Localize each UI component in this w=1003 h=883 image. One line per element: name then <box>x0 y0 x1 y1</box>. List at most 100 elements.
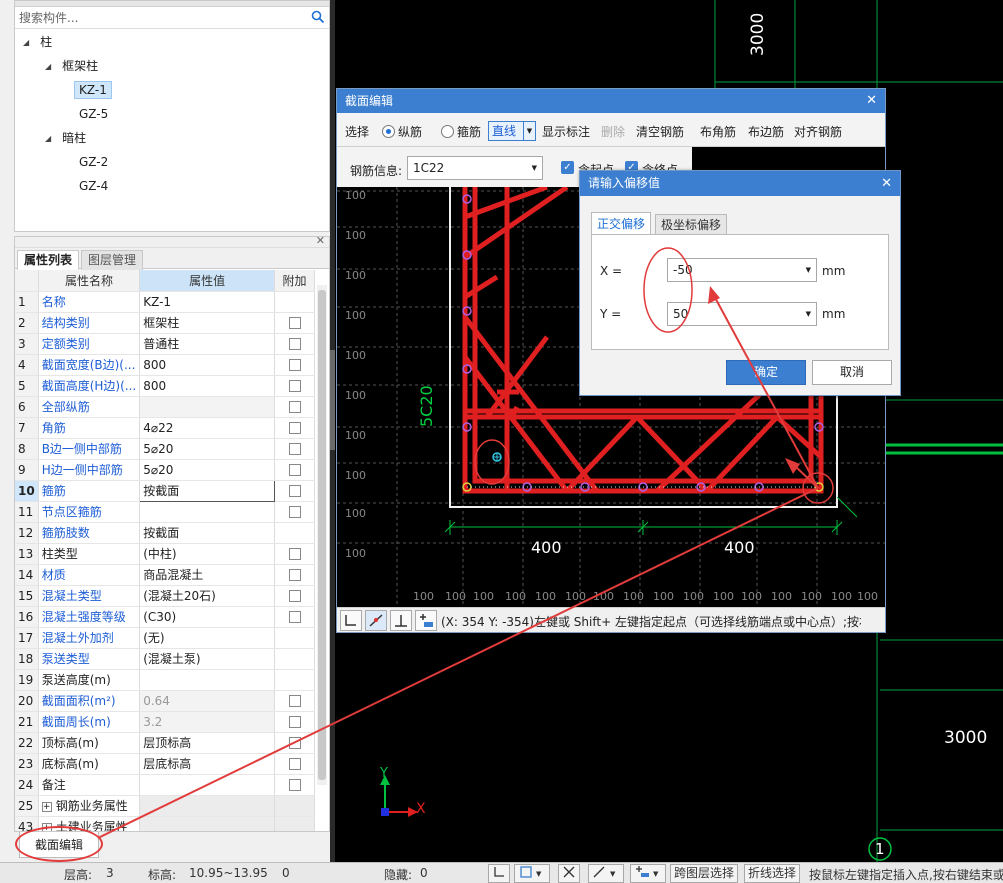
checkbox-unchecked-icon[interactable] <box>288 548 301 560</box>
x-offset-input[interactable]: -50 ▼ <box>667 258 817 282</box>
property-row[interactable]: 5 截面高度(H边)(... 800 <box>15 375 315 397</box>
chevron-down-icon[interactable]: ▼ <box>806 303 811 325</box>
select-button[interactable]: 选择 <box>345 123 369 140</box>
property-row[interactable]: 7 角筋 4⌀22 <box>15 417 315 439</box>
property-value[interactable] <box>139 816 276 831</box>
property-value[interactable] <box>139 501 276 523</box>
tree-node-gz-5[interactable]: GZ-5 <box>74 103 113 125</box>
checkbox-unchecked-icon[interactable] <box>288 779 301 791</box>
ortho-icon[interactable] <box>488 864 510 883</box>
snap-mode-icon[interactable]: ▼ <box>514 864 550 883</box>
checkbox-unchecked-icon[interactable] <box>288 590 301 602</box>
stirrup-radio[interactable]: 箍筋 <box>441 123 481 140</box>
checkbox-unchecked-icon[interactable] <box>288 338 301 350</box>
longitudinal-radio[interactable]: 纵筋 <box>382 123 422 140</box>
checkbox-unchecked-icon[interactable] <box>288 380 301 392</box>
property-row[interactable]: 21 截面周长(m) 3.2 <box>15 711 315 733</box>
property-value[interactable]: 0.64 <box>139 690 276 712</box>
cross-layer-select-button[interactable]: 跨图层选择 <box>670 864 739 883</box>
checkbox-unchecked-icon[interactable] <box>288 464 301 476</box>
delete-button[interactable]: 删除 <box>601 123 625 140</box>
checkbox-unchecked-icon[interactable] <box>288 716 301 728</box>
tree-node-frame-column[interactable]: ◢ 框架柱 <box>45 55 103 77</box>
corner-rebar-button[interactable]: 布角筋 <box>700 123 736 140</box>
tree-node-gz-2[interactable]: GZ-2 <box>74 151 113 173</box>
tree-node-kz-1[interactable]: KZ-1 <box>74 79 112 101</box>
property-row[interactable]: 6 全部纵筋 <box>15 396 315 418</box>
checkbox-unchecked-icon[interactable] <box>288 422 301 434</box>
property-row[interactable]: 12 箍筋肢数 按截面 <box>15 522 315 544</box>
property-row[interactable]: 14 材质 商品混凝土 <box>15 564 315 586</box>
property-value[interactable]: (混凝土20石) <box>139 585 276 607</box>
property-value[interactable] <box>139 669 276 691</box>
align-rebar-button[interactable]: 对齐钢筋 <box>794 123 842 140</box>
property-value[interactable]: 4⌀22 <box>139 417 276 439</box>
snap-line-icon[interactable] <box>365 610 387 631</box>
section-edit-titlebar[interactable]: 截面编辑 ✕ <box>337 89 885 113</box>
scrollbar-thumb[interactable] <box>318 290 326 780</box>
rebar-info-dropdown[interactable]: 1C22 ▼ <box>407 156 543 180</box>
chevron-down-icon[interactable]: ▼ <box>523 122 535 140</box>
offset-dialog-titlebar[interactable]: 请输入偏移值 ✕ <box>580 171 900 196</box>
property-value[interactable] <box>139 795 276 817</box>
cross-icon[interactable] <box>558 864 580 883</box>
property-row[interactable]: 13 柱类型 (中柱) <box>15 543 315 565</box>
checkbox-unchecked-icon[interactable] <box>288 401 301 413</box>
property-row[interactable]: 8 B边一侧中部筋 5⌀20 <box>15 438 315 460</box>
property-value[interactable]: (C30) <box>139 606 276 628</box>
tab-orthogonal-offset[interactable]: 正交偏移 <box>591 212 651 235</box>
close-icon[interactable]: ✕ <box>316 237 325 247</box>
checkbox-unchecked-icon[interactable] <box>288 485 301 497</box>
offset-input-icon[interactable] <box>415 610 437 631</box>
tree-node-hidden-column[interactable]: ◢ 暗柱 <box>45 127 91 149</box>
property-row[interactable]: 18 泵送类型 (混凝土泵) <box>15 648 315 670</box>
edge-rebar-button[interactable]: 布边筋 <box>748 123 784 140</box>
checkbox-unchecked-icon[interactable] <box>288 737 301 749</box>
property-value[interactable]: 按截面 <box>139 522 276 544</box>
property-value[interactable]: 5⌀20 <box>139 438 276 460</box>
property-row[interactable]: 20 截面面积(m²) 0.64 <box>15 690 315 712</box>
property-value[interactable]: 5⌀20 <box>139 459 276 481</box>
line-mode-dropdown[interactable]: 直线 ▼ <box>488 121 536 141</box>
property-value[interactable]: 框架柱 <box>139 312 276 334</box>
radio-checked-icon[interactable] <box>382 125 395 138</box>
ortho-icon[interactable] <box>340 610 362 631</box>
clear-rebar-button[interactable]: 清空钢筋 <box>636 123 684 140</box>
checkbox-unchecked-icon[interactable] <box>288 758 301 770</box>
property-row[interactable]: 15 混凝土类型 (混凝土20石) <box>15 585 315 607</box>
polyline-select-button[interactable]: 折线选择 <box>744 864 801 883</box>
offset-input-icon[interactable]: ▼ <box>630 864 666 883</box>
ok-button[interactable]: 确定 <box>726 360 806 385</box>
property-value[interactable]: 3.2 <box>139 711 276 733</box>
show-label-button[interactable]: 显示标注 <box>542 123 590 140</box>
close-icon[interactable]: ✕ <box>866 89 877 113</box>
checkbox-unchecked-icon[interactable] <box>288 359 301 371</box>
expand-triangle-icon[interactable]: ◢ <box>45 56 51 78</box>
expand-plus-icon[interactable]: + <box>41 801 52 812</box>
property-row[interactable]: 16 混凝土强度等级 (C30) <box>15 606 315 628</box>
property-row[interactable]: 19 泵送高度(m) <box>15 669 315 691</box>
property-row[interactable]: 24 备注 <box>15 774 315 796</box>
search-icon[interactable] <box>311 10 325 24</box>
expand-triangle-icon[interactable]: ◢ <box>23 32 29 54</box>
property-value[interactable]: 800 <box>139 354 276 376</box>
property-row[interactable]: 10 箍筋 按截面 <box>15 479 315 502</box>
property-value[interactable]: 层底标高 <box>139 753 276 775</box>
property-row[interactable]: 4 截面宽度(B边)(... 800 <box>15 354 315 376</box>
property-row[interactable]: 23 底标高(m) 层底标高 <box>15 753 315 775</box>
property-row[interactable]: 2 结构类别 框架柱 <box>15 312 315 334</box>
chevron-down-icon[interactable]: ▼ <box>806 259 811 281</box>
close-icon[interactable]: ✕ <box>881 171 892 196</box>
checkbox-unchecked-icon[interactable] <box>288 443 301 455</box>
checkbox-unchecked-icon[interactable] <box>288 569 301 581</box>
perpendicular-icon[interactable] <box>390 610 412 631</box>
cancel-button[interactable]: 取消 <box>812 360 892 385</box>
property-value[interactable]: (中柱) <box>139 543 276 565</box>
property-value[interactable]: 按截面 <box>139 479 276 502</box>
property-row[interactable]: 25 + 钢筋业务属性 <box>15 795 315 817</box>
property-row[interactable]: 9 H边一侧中部筋 5⌀20 <box>15 459 315 481</box>
property-scrollbar[interactable] <box>317 285 327 785</box>
property-value[interactable]: KZ-1 <box>139 291 276 313</box>
tab-layer-management[interactable]: 图层管理 <box>81 250 144 270</box>
search-input[interactable] <box>15 7 305 28</box>
